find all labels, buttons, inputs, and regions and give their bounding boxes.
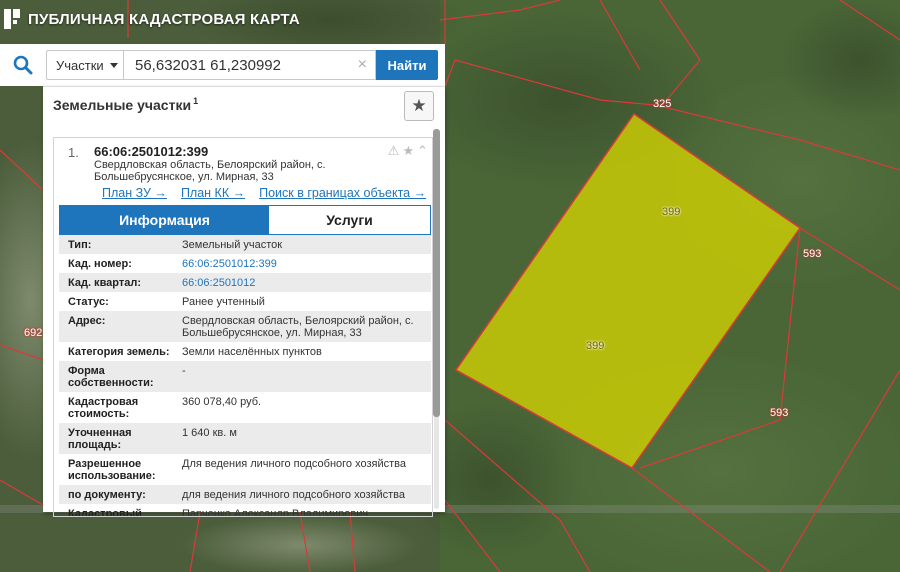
attr-label: Тип: (68, 239, 92, 251)
attr-value: Для ведения личного подсобного хозяйства (182, 458, 406, 470)
table-row: Тип: Земельный участок (59, 235, 431, 254)
search-input[interactable]: 56,632031 61,230992 × (124, 50, 376, 80)
attr-value: Парченко Александр Владимирович (182, 508, 369, 517)
table-row: Разрешенное использование: Для ведения л… (59, 454, 431, 485)
attr-label: Уточненная площадь: (68, 427, 132, 451)
search-type-select[interactable]: Участки (46, 50, 124, 80)
table-row: Форма собственности: - (59, 361, 431, 392)
attr-label: Кадастровый (68, 508, 142, 517)
attr-value: Свердловская область, Белоярский район, … (182, 315, 414, 339)
table-row: Кад. квартал: 66:06:2501012 (59, 273, 431, 292)
table-row: Уточненная площадь: 1 640 кв. м (59, 423, 431, 454)
attr-value: Земельный участок (182, 239, 283, 251)
table-row: Кадастровый Парченко Александр Владимиро… (59, 504, 431, 517)
panel-scrollbar[interactable] (432, 129, 440, 509)
search-query-text: 56,632031 61,230992 (135, 56, 281, 74)
parcel-address: Свердловская область, Белоярский район, … (94, 159, 326, 183)
scrollbar-thumb[interactable] (433, 129, 440, 417)
search-icon[interactable] (0, 44, 46, 86)
parcel-label-692: 692 (24, 327, 43, 339)
parcel-card: 1. 66:06:2501012:399 Свердловская област… (53, 137, 433, 517)
attr-label: Разрешенное использование: (68, 458, 156, 482)
app-title: ПУБЛИЧНАЯ КАДАСТРОВАЯ КАРТА (28, 10, 300, 28)
attr-value: - (182, 365, 186, 377)
link-plan-kk[interactable]: План КК → (181, 186, 245, 200)
attr-value: Ранее учтенный (182, 296, 265, 308)
clear-icon[interactable]: × (358, 57, 367, 73)
table-row: Категория земель: Земли населённых пункт… (59, 342, 431, 361)
panel-title-text: Земельные участки (53, 97, 192, 113)
parcel-label-399-top: 399 (662, 206, 681, 218)
results-panel: Земельные участки 1 ★ 1. 66:06:2501012:39… (43, 86, 445, 517)
find-button[interactable]: Найти (376, 50, 438, 80)
attr-label: Кад. квартал: (68, 277, 142, 289)
parcel-label-593-bottom: 593 (770, 407, 789, 419)
attr-label: Кадастровая стоимость: (68, 396, 139, 420)
attr-label: Форма собственности: (68, 365, 154, 389)
result-index: 1. (68, 145, 79, 160)
attribute-table: Тип: Земельный участок Кад. номер: 66:06… (59, 235, 431, 517)
attr-value-link[interactable]: 66:06:2501012:399 (182, 258, 431, 270)
result-count: 1 (193, 96, 199, 106)
parcel-cadastral-number[interactable]: 66:06:2501012:399 (94, 144, 208, 159)
parcel-label-593-right: 593 (803, 248, 822, 260)
favorites-button[interactable]: ★ (404, 91, 434, 121)
warning-icon[interactable]: ⚠ (388, 143, 400, 159)
attr-label: Категория земель: (68, 346, 170, 358)
card-tabs: Информация Услуги (59, 205, 431, 235)
table-row: Статус: Ранее учтенный (59, 292, 431, 311)
top-bar: ПУБЛИЧНАЯ КАДАСТРОВАЯ КАРТА (0, 0, 300, 38)
attr-label: Кад. номер: (68, 258, 132, 270)
link-search-within[interactable]: Поиск в границах объекта → (259, 186, 426, 200)
table-row: Адрес: Свердловская область, Белоярский … (59, 311, 431, 342)
attr-value-link[interactable]: 66:06:2501012 (182, 277, 431, 289)
card-tools: ⚠ ★ ⌃ (388, 143, 428, 159)
table-row: по документу: для ведения личного подсоб… (59, 485, 431, 504)
search-bar: Участки 56,632031 61,230992 × Найти (0, 44, 445, 86)
attr-label: Адрес: (68, 315, 106, 327)
parcel-label-399-center: 399 (586, 340, 605, 352)
app-logo-icon[interactable] (4, 9, 20, 29)
attr-label: по документу: (68, 489, 146, 501)
link-plan-zu[interactable]: План ЗУ → (102, 186, 167, 200)
attr-value: Земли населённых пунктов (182, 346, 322, 358)
attr-value: 360 078,40 руб. (182, 396, 262, 408)
panel-header: Земельные участки 1 ★ (43, 87, 445, 127)
attr-value: 1 640 кв. м (182, 427, 237, 439)
card-links: План ЗУ → План КК → Поиск в границах объ… (102, 186, 432, 200)
search-type-label: Участки (56, 57, 104, 73)
tab-services[interactable]: Услуги (269, 206, 430, 234)
parcel-label-325: 325 (653, 98, 672, 110)
attr-label: Статус: (68, 296, 109, 308)
chevron-up-icon[interactable]: ⌃ (417, 143, 428, 159)
panel-title: Земельные участки 1 (53, 96, 198, 113)
star-icon[interactable]: ★ (402, 143, 414, 159)
attr-value: для ведения личного подсобного хозяйства (182, 489, 405, 501)
tab-information[interactable]: Информация (60, 206, 269, 234)
chevron-down-icon (109, 62, 118, 68)
star-icon: ★ (411, 96, 427, 115)
table-row: Кад. номер: 66:06:2501012:399 (59, 254, 431, 273)
table-row: Кадастровая стоимость: 360 078,40 руб. (59, 392, 431, 423)
